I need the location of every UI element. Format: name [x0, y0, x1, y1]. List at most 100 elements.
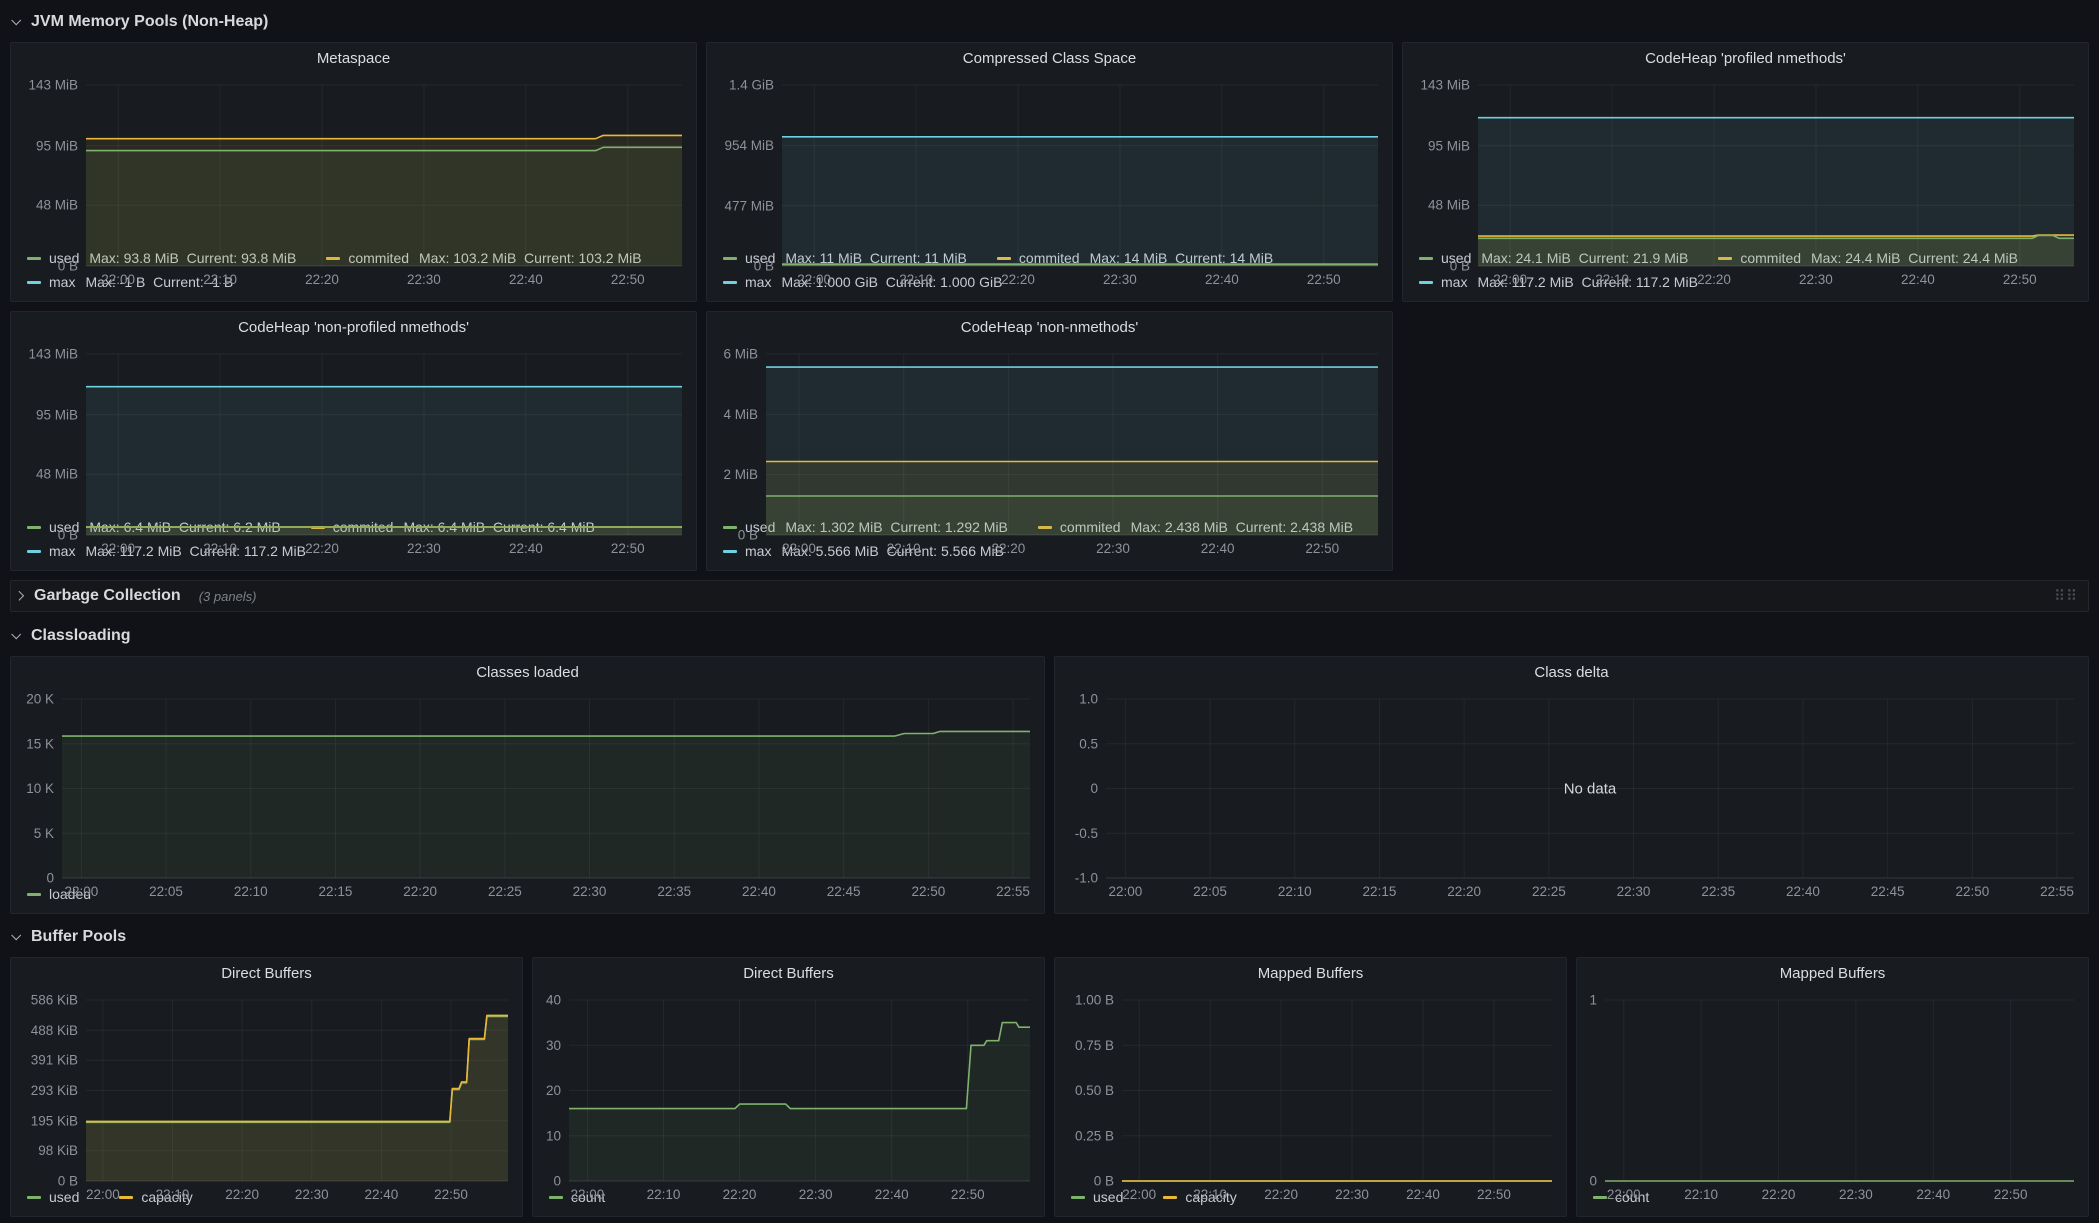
svg-text:6 MiB: 6 MiB [723, 347, 758, 362]
row-nonheap-2: CodeHeap 'non-profiled nmethods' 0 B 48 M… [10, 311, 2089, 571]
svg-text:48 MiB: 48 MiB [36, 467, 78, 482]
panel-title[interactable]: CodeHeap 'non-nmethods' [707, 312, 1392, 344]
svg-text:22:10: 22:10 [234, 884, 268, 899]
row-classloading: Classes loaded 05 K10 K15 K20 K22:0022:0… [10, 656, 2089, 914]
panel-codeheap-nonnmethods: CodeHeap 'non-nmethods' 0 B2 MiB4 MiB6 M… [706, 311, 1393, 571]
svg-text:22:30: 22:30 [1335, 1187, 1369, 1202]
svg-text:1.4 GiB: 1.4 GiB [729, 78, 774, 93]
svg-text:22:45: 22:45 [827, 884, 861, 899]
svg-text:22:40: 22:40 [1901, 272, 1935, 287]
time-series-plot[interactable]: 0 B48 MiB95 MiB143 MiB22:0022:1022:2022:… [1409, 75, 2076, 242]
svg-text:15 K: 15 K [26, 736, 54, 751]
panel-title[interactable]: Direct Buffers [533, 958, 1044, 990]
svg-text:1.00 B: 1.00 B [1075, 993, 1114, 1008]
svg-text:98 KiB: 98 KiB [38, 1143, 78, 1158]
svg-text:22:00: 22:00 [1122, 1187, 1156, 1202]
row-buffer-pools: Direct Buffers 0 B98 KiB195 KiB293 KiB39… [10, 957, 2089, 1217]
time-series-plot[interactable]: 0 B48 MiB95 MiB143 MiB22:0022:1022:2022:… [17, 75, 684, 242]
svg-text:22:35: 22:35 [657, 884, 691, 899]
svg-text:22:30: 22:30 [799, 1187, 833, 1202]
svg-text:22:00: 22:00 [1108, 884, 1142, 899]
svg-text:22:20: 22:20 [991, 541, 1025, 556]
svg-text:48 MiB: 48 MiB [1428, 198, 1470, 213]
svg-text:22:10: 22:10 [647, 1187, 681, 1202]
svg-text:22:20: 22:20 [1697, 272, 1731, 287]
svg-text:22:40: 22:40 [509, 541, 543, 556]
time-series-plot[interactable]: 05 K10 K15 K20 K22:0022:0522:1022:1522:2… [17, 689, 1032, 878]
chevron-down-icon [11, 930, 21, 940]
section-title: Classloading [31, 627, 131, 645]
svg-text:22:00: 22:00 [86, 1187, 120, 1202]
svg-text:22:15: 22:15 [319, 884, 353, 899]
panel-title[interactable]: CodeHeap 'profiled nmethods' [1403, 43, 2088, 75]
svg-text:22:00: 22:00 [571, 1187, 605, 1202]
svg-text:22:00: 22:00 [101, 272, 135, 287]
svg-text:22:30: 22:30 [1103, 272, 1137, 287]
svg-text:477 MiB: 477 MiB [724, 198, 774, 213]
svg-text:22:30: 22:30 [1617, 884, 1651, 899]
svg-text:No data: No data [1564, 781, 1617, 798]
svg-text:0 B: 0 B [58, 528, 78, 543]
chevron-down-icon [11, 629, 21, 639]
panel-title[interactable]: Direct Buffers [11, 958, 522, 990]
panel-title[interactable]: Compressed Class Space [707, 43, 1392, 75]
panel-title[interactable]: Class delta [1055, 657, 2088, 689]
panel-title[interactable]: Mapped Buffers [1055, 958, 1566, 990]
svg-text:22:50: 22:50 [1477, 1187, 1511, 1202]
svg-text:22:00: 22:00 [1607, 1187, 1641, 1202]
time-series-plot[interactable]: 0 B477 MiB954 MiB1.4 GiB22:0022:1022:202… [713, 75, 1380, 242]
svg-text:-1.0: -1.0 [1075, 871, 1098, 886]
svg-text:95 MiB: 95 MiB [1428, 138, 1470, 153]
section-title: Garbage Collection [34, 587, 181, 605]
svg-text:0 B: 0 B [58, 1174, 78, 1189]
time-series-plot[interactable]: -1.0-0.500.51.022:0022:0522:1022:1522:20… [1061, 689, 2076, 902]
svg-text:0 B: 0 B [58, 259, 78, 274]
svg-text:-0.5: -0.5 [1075, 826, 1098, 841]
svg-text:22:10: 22:10 [899, 272, 933, 287]
panel-mapped-buffers-count: Mapped Buffers 0122:0022:1022:2022:3022:… [1576, 957, 2089, 1217]
panel-mapped-buffers-bytes: Mapped Buffers 0 B0.25 B0.50 B0.75 B1.00… [1054, 957, 1567, 1217]
svg-text:22:40: 22:40 [1406, 1187, 1440, 1202]
time-series-plot[interactable]: 0122:0022:1022:2022:3022:4022:50 [1583, 990, 2076, 1181]
svg-text:0.5: 0.5 [1079, 736, 1098, 751]
panel-title[interactable]: Metaspace [11, 43, 696, 75]
time-series-plot[interactable]: 0 B48 MiB95 MiB143 MiB22:0022:1022:2022:… [17, 344, 684, 511]
time-series-plot[interactable]: 0 B98 KiB195 KiB293 KiB391 KiB488 KiB586… [17, 990, 510, 1181]
svg-text:0.50 B: 0.50 B [1075, 1083, 1114, 1098]
svg-text:22:20: 22:20 [225, 1187, 259, 1202]
svg-text:95 MiB: 95 MiB [36, 138, 78, 153]
svg-text:10: 10 [546, 1128, 561, 1143]
section-header-nonheap[interactable]: JVM Memory Pools (Non-Heap) [12, 8, 2089, 36]
svg-text:293 KiB: 293 KiB [31, 1083, 78, 1098]
panel-class-delta: Class delta -1.0-0.500.51.022:0022:0522:… [1054, 656, 2089, 914]
panel-title[interactable]: Classes loaded [11, 657, 1044, 689]
drag-handle-icon[interactable]: ⠿⠿ [2054, 587, 2078, 605]
svg-text:22:15: 22:15 [1363, 884, 1397, 899]
section-header-classloading[interactable]: Classloading [12, 622, 2089, 650]
svg-text:22:05: 22:05 [149, 884, 183, 899]
section-title: JVM Memory Pools (Non-Heap) [31, 13, 268, 31]
svg-text:954 MiB: 954 MiB [724, 138, 774, 153]
svg-text:22:50: 22:50 [911, 884, 945, 899]
panel-title[interactable]: Mapped Buffers [1577, 958, 2088, 990]
row-garbage-collection[interactable]: Garbage Collection (3 panels) ⠿⠿ [10, 580, 2089, 612]
svg-text:22:00: 22:00 [782, 541, 816, 556]
svg-text:22:05: 22:05 [1193, 884, 1227, 899]
panel-compressed-class-space: Compressed Class Space 0 B477 MiB954 MiB… [706, 42, 1393, 302]
svg-text:22:10: 22:10 [156, 1187, 190, 1202]
svg-text:22:50: 22:50 [1307, 272, 1341, 287]
svg-text:20 K: 20 K [26, 692, 54, 707]
svg-text:22:40: 22:40 [509, 272, 543, 287]
panel-title[interactable]: CodeHeap 'non-profiled nmethods' [11, 312, 696, 344]
time-series-plot[interactable]: 01020304022:0022:1022:2022:3022:4022:50 [539, 990, 1032, 1181]
svg-text:22:30: 22:30 [573, 884, 607, 899]
time-series-plot[interactable]: 0 B2 MiB4 MiB6 MiB22:0022:1022:2022:3022… [713, 344, 1380, 511]
time-series-plot[interactable]: 0 B0.25 B0.50 B0.75 B1.00 B22:0022:1022:… [1061, 990, 1554, 1181]
svg-text:586 KiB: 586 KiB [31, 993, 78, 1008]
svg-text:10 K: 10 K [26, 781, 54, 796]
svg-text:22:40: 22:40 [1916, 1187, 1950, 1202]
svg-text:48 MiB: 48 MiB [36, 198, 78, 213]
section-header-buffer-pools[interactable]: Buffer Pools [12, 923, 2089, 951]
svg-text:22:20: 22:20 [1001, 272, 1035, 287]
svg-text:95 MiB: 95 MiB [36, 407, 78, 422]
